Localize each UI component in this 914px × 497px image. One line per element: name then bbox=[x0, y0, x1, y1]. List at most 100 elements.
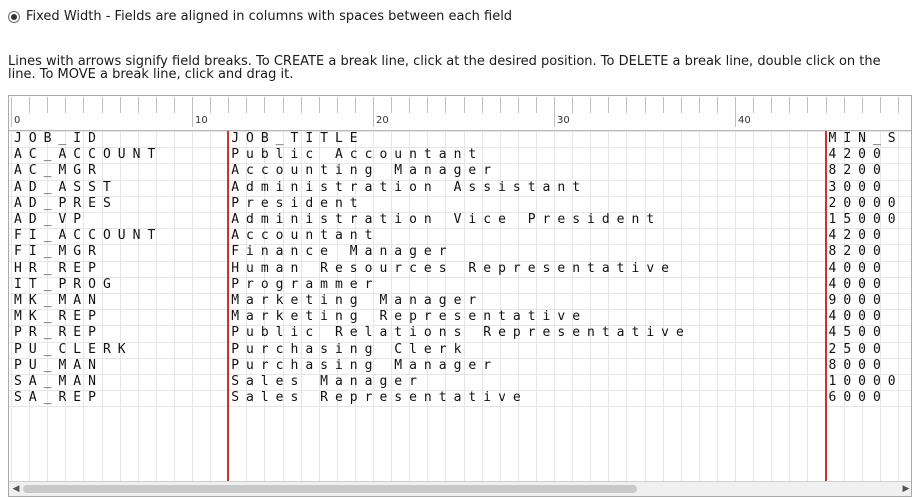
data-cell: MK_REP bbox=[14, 309, 103, 325]
data-row: SA_MAN Sales Manager 10000 bbox=[9, 374, 911, 390]
data-cell: Sales Manager bbox=[231, 374, 424, 389]
data-cell: 2500 bbox=[828, 341, 888, 357]
ruler-tick bbox=[445, 97, 447, 113]
triangle-left-icon[interactable]: ◀ bbox=[11, 484, 21, 494]
data-cell: PR_REP bbox=[14, 325, 103, 341]
ruler-tick bbox=[590, 97, 592, 113]
data-cell: MK_MAN bbox=[14, 293, 103, 308]
ruler-tick bbox=[644, 97, 646, 113]
ruler-tick bbox=[517, 97, 519, 113]
scrollbar-thumb[interactable] bbox=[23, 485, 637, 493]
data-cell: 20000 bbox=[828, 195, 903, 211]
ruler-tick bbox=[29, 97, 31, 113]
ruler-tick bbox=[409, 97, 411, 113]
data-row: PU_CLERK Purchasing Clerk 2500 bbox=[9, 341, 911, 358]
data-cell: JOB_ID bbox=[14, 131, 103, 146]
fixed-width-radio[interactable] bbox=[8, 10, 20, 23]
ruler-tick bbox=[825, 97, 827, 113]
data-cell: AC_MGR bbox=[14, 163, 103, 179]
grid-row-line bbox=[9, 406, 911, 408]
ruler-label: 40 bbox=[738, 115, 751, 126]
data-row: AD_ASST Administration Assistant 3000 bbox=[9, 179, 911, 196]
data-cell: 6000 bbox=[828, 390, 888, 406]
ruler-tick bbox=[662, 97, 664, 113]
data-cell: 9000 bbox=[828, 293, 888, 308]
fixed-width-option[interactable]: Fixed Width - Fields are aligned in colu… bbox=[8, 9, 512, 24]
ruler-tick bbox=[373, 97, 374, 127]
ruler-tick bbox=[789, 97, 791, 113]
ruler-tick bbox=[807, 97, 809, 113]
horizontal-scrollbar[interactable]: ◀ ▶ bbox=[9, 481, 911, 496]
data-row: AD_VP Administration Vice President 15000 bbox=[9, 212, 911, 228]
ruler-tick bbox=[771, 97, 773, 113]
data-cell: Finance Manager bbox=[231, 244, 454, 260]
ruler-tick bbox=[354, 97, 356, 113]
data-cell: Accounting Manager bbox=[231, 163, 499, 179]
data-cell: AD_VP bbox=[14, 212, 89, 227]
ruler-tick bbox=[137, 97, 139, 113]
ruler-tick bbox=[336, 97, 338, 113]
ruler-tick bbox=[427, 97, 429, 113]
radio-selected-dot bbox=[11, 13, 17, 20]
column-ruler[interactable]: 0 10 20 30 40 bbox=[9, 96, 911, 131]
data-cell: Administration Assistant bbox=[231, 179, 588, 195]
ruler-tick bbox=[897, 97, 899, 113]
data-cell: 4200 bbox=[828, 228, 888, 244]
data-cell: 3000 bbox=[828, 179, 888, 195]
ruler-tick bbox=[753, 97, 755, 113]
ruler-tick bbox=[608, 97, 610, 113]
data-cell: 8200 bbox=[828, 244, 888, 260]
data-cell: Marketing Manager bbox=[231, 293, 484, 308]
data-cell: 15000 bbox=[828, 212, 903, 227]
data-cell: FI_MGR bbox=[14, 244, 103, 260]
ruler-tick bbox=[246, 97, 248, 113]
ruler-label: 30 bbox=[557, 115, 570, 126]
data-cell: Purchasing Clerk bbox=[231, 341, 469, 357]
ruler-tick bbox=[173, 97, 175, 113]
data-cell: AD_PRES bbox=[14, 195, 118, 211]
ruler-tick bbox=[101, 97, 103, 113]
ruler-tick bbox=[861, 97, 863, 113]
data-cell: President bbox=[231, 195, 365, 211]
ruler-tick bbox=[282, 97, 284, 113]
triangle-right-icon[interactable]: ▶ bbox=[901, 484, 911, 494]
data-cell: 4000 bbox=[828, 276, 888, 292]
data-cell: PU_CLERK bbox=[14, 341, 133, 357]
ruler-tick bbox=[680, 97, 682, 113]
ruler-label: 20 bbox=[376, 115, 389, 126]
data-grid[interactable]: JOB_ID JOB_TITLE MIN_S AC_ACCOUNT Public Acc… bbox=[9, 131, 911, 483]
data-row: SA_REP Sales Representative 6000 bbox=[9, 390, 911, 406]
data-row: MK_REP Marketing Representative 4000 bbox=[9, 309, 911, 325]
data-cell: Human Resources Representative bbox=[231, 260, 676, 276]
data-cell: 10000 bbox=[828, 374, 903, 389]
fixed-width-label: Fixed Width - Fields are aligned in colu… bbox=[26, 9, 513, 24]
data-row: JOB_ID JOB_TITLE MIN_S bbox=[9, 131, 911, 147]
data-cell: 4000 bbox=[828, 309, 888, 325]
data-cell: SA_MAN bbox=[14, 374, 103, 389]
ruler-tick bbox=[119, 97, 121, 113]
ruler-tick bbox=[11, 97, 12, 127]
ruler-label: 10 bbox=[195, 115, 208, 126]
data-cell: HR_REP bbox=[14, 260, 103, 276]
ruler-tick bbox=[228, 97, 230, 113]
data-cell: 4000 bbox=[828, 260, 888, 276]
data-cell: Marketing Representative bbox=[231, 309, 588, 325]
data-cell: PU_MAN bbox=[14, 357, 103, 373]
data-row: AC_MGR Accounting Manager 8200 bbox=[9, 163, 911, 179]
data-cell: AD_ASST bbox=[14, 179, 118, 195]
ruler-tick bbox=[572, 97, 574, 113]
data-cell: Programmer bbox=[231, 276, 380, 292]
ruler-tick bbox=[843, 97, 845, 113]
data-cell: 4500 bbox=[828, 325, 888, 341]
ruler-tick bbox=[698, 97, 700, 113]
ruler-tick bbox=[879, 97, 881, 113]
fixed-width-viewer[interactable]: 0 10 20 30 40 JOB_ID JOB_TITLE MIN_S AC_ACCOUNT… bbox=[8, 95, 912, 497]
data-cell: Administration Vice President bbox=[231, 212, 662, 227]
ruler-tick bbox=[192, 97, 193, 127]
ruler-tick bbox=[463, 97, 465, 113]
ruler-tick bbox=[554, 97, 555, 127]
data-row: PU_MAN Purchasing Manager 8000 bbox=[9, 357, 911, 374]
data-cell: JOB_TITLE bbox=[231, 131, 365, 146]
data-cell: 8000 bbox=[828, 357, 888, 373]
data-cell: Purchasing Manager bbox=[231, 357, 499, 373]
